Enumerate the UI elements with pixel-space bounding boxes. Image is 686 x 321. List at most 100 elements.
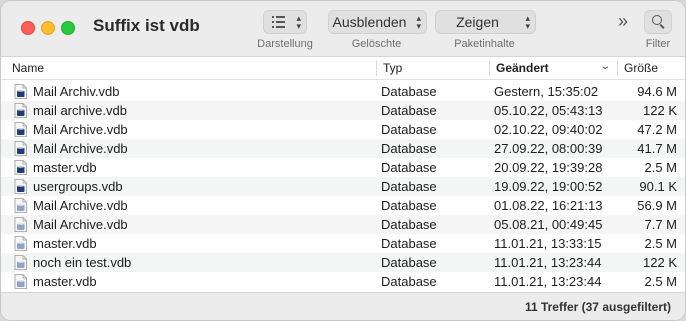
file-size: 122 K bbox=[643, 103, 677, 118]
file-name: Mail Archive.vdb bbox=[33, 217, 128, 232]
file-size: 122 K bbox=[643, 255, 677, 270]
status-bar: 11 Treffer (37 ausgefiltert) bbox=[1, 292, 685, 320]
file-name: Mail Archiv.vdb bbox=[33, 84, 120, 99]
result-count: 11 Treffer (37 ausgefiltert) bbox=[524, 300, 671, 314]
file-size: 7.7 M bbox=[644, 217, 677, 232]
file-row[interactable]: Mail Archiv.vdb Database Gestern, 15:35:02… bbox=[1, 82, 685, 101]
file-row[interactable]: master.vdb Database 11.01.21, 13:33:15 2.5 … bbox=[1, 234, 685, 253]
file-name: noch ein test.vdb bbox=[33, 255, 132, 270]
column-header-name[interactable]: Name bbox=[12, 61, 44, 75]
file-name: Mail Archive.vdb bbox=[33, 122, 128, 137]
database-file-icon bbox=[14, 84, 27, 99]
database-file-icon bbox=[14, 255, 27, 270]
file-type: Database bbox=[381, 179, 437, 194]
file-size: 2.5 M bbox=[644, 236, 677, 251]
package-contents-caption: Paketinhalte bbox=[454, 38, 515, 50]
database-file-icon bbox=[14, 179, 27, 194]
file-modified: 02.10.22, 09:40:02 bbox=[494, 122, 603, 137]
file-type: Database bbox=[381, 141, 437, 156]
database-file-icon bbox=[14, 217, 27, 232]
file-type: Database bbox=[381, 255, 437, 270]
file-list: Mail Archiv.vdb Database Gestern, 15:35:02… bbox=[1, 82, 685, 291]
view-mode-caption: Darstellung bbox=[257, 38, 313, 50]
file-modified: 11.01.21, 13:23:44 bbox=[494, 274, 602, 289]
file-name: Mail Archive.vdb bbox=[33, 141, 128, 156]
file-modified: Gestern, 15:35:02 bbox=[494, 84, 599, 99]
package-contents-value: Zeigen bbox=[456, 14, 499, 30]
database-file-icon bbox=[14, 122, 27, 137]
sort-descending-icon: ⌄ bbox=[599, 61, 612, 72]
file-type: Database bbox=[381, 274, 437, 289]
column-header-size[interactable]: Größe bbox=[624, 61, 658, 75]
minimize-window-button[interactable] bbox=[41, 21, 55, 35]
file-size: 90.1 K bbox=[639, 179, 677, 194]
database-file-icon bbox=[14, 198, 27, 213]
file-type: Database bbox=[381, 198, 437, 213]
deleted-files-value: Ausblenden bbox=[332, 14, 407, 30]
column-header-type[interactable]: Typ bbox=[383, 61, 402, 75]
file-modified: 01.08.22, 16:21:13 bbox=[494, 198, 603, 213]
zoom-window-button[interactable] bbox=[61, 21, 75, 35]
column-divider[interactable] bbox=[376, 60, 377, 76]
file-row[interactable]: Mail Archive.vdb Database 05.08.21, 00:49:… bbox=[1, 215, 685, 234]
file-size: 94.6 M bbox=[637, 84, 677, 99]
file-modified: 05.10.22, 05:43:13 bbox=[494, 103, 603, 118]
file-name: master.vdb bbox=[33, 160, 97, 175]
file-size: 41.7 M bbox=[637, 141, 677, 156]
deleted-files-caption: Gelöschte bbox=[351, 38, 402, 50]
file-name: mail archive.vdb bbox=[33, 103, 127, 118]
column-header: Name Typ Geändert ⌄ Größe bbox=[1, 57, 685, 80]
database-file-icon bbox=[14, 160, 27, 175]
file-type: Database bbox=[381, 236, 437, 251]
database-file-icon bbox=[14, 141, 27, 156]
database-file-icon bbox=[14, 236, 27, 251]
file-size: 2.5 M bbox=[644, 274, 677, 289]
file-modified: 05.08.21, 00:49:45 bbox=[494, 217, 603, 232]
file-modified: 11.01.21, 13:33:15 bbox=[494, 236, 602, 251]
filter-caption: Filter bbox=[645, 38, 671, 50]
view-mode-button[interactable]: ▴ ▾ bbox=[263, 10, 307, 34]
file-name: Mail Archive.vdb bbox=[33, 198, 128, 213]
package-contents-select[interactable]: Zeigen ▴ ▾ bbox=[435, 10, 536, 34]
file-row[interactable]: Mail Archive.vdb Database 01.08.22, 16:21:… bbox=[1, 196, 685, 215]
file-name: usergroups.vdb bbox=[33, 179, 123, 194]
updown-chevron-icon: ▴ ▾ bbox=[525, 13, 530, 31]
updown-chevron-icon: ▴ ▾ bbox=[296, 13, 301, 31]
updown-chevron-icon: ▴ ▾ bbox=[416, 13, 421, 31]
close-window-button[interactable] bbox=[21, 21, 35, 35]
window-title: Suffix ist vdb bbox=[93, 16, 200, 35]
more-toolbar-items-icon[interactable]: » bbox=[618, 12, 628, 30]
file-row[interactable]: noch ein test.vdb Database 11.01.21, 13:23… bbox=[1, 253, 685, 272]
deleted-files-select[interactable]: Ausblenden ▴ ▾ bbox=[328, 10, 427, 34]
file-name: master.vdb bbox=[33, 274, 97, 289]
finder-window: Suffix ist vdb ▴ ▾ Darstellung Ausblenden… bbox=[1, 1, 685, 320]
file-row[interactable]: Mail Archive.vdb Database 27.09.22, 08:00:… bbox=[1, 139, 685, 158]
file-type: Database bbox=[381, 217, 437, 232]
file-type: Database bbox=[381, 122, 437, 137]
file-type: Database bbox=[381, 84, 437, 99]
file-modified: 19.09.22, 19:00:52 bbox=[494, 179, 603, 194]
database-file-icon bbox=[14, 274, 27, 289]
file-row[interactable]: usergroups.vdb Database 19.09.22, 19:00:52… bbox=[1, 177, 685, 196]
column-divider[interactable] bbox=[489, 60, 490, 76]
file-size: 47.2 M bbox=[637, 122, 677, 137]
file-size: 56.9 M bbox=[637, 198, 677, 213]
file-modified: 11.01.21, 13:23:44 bbox=[494, 255, 602, 270]
toolbar: Suffix ist vdb ▴ ▾ Darstellung Ausblenden… bbox=[1, 1, 685, 57]
column-divider[interactable] bbox=[617, 60, 618, 76]
list-view-icon bbox=[272, 16, 285, 28]
file-type: Database bbox=[381, 160, 437, 175]
file-row[interactable]: master.vdb Database 11.01.21, 13:23:44 2.5 … bbox=[1, 272, 685, 291]
filter-button[interactable] bbox=[644, 10, 672, 34]
file-name: master.vdb bbox=[33, 236, 97, 251]
column-header-modified[interactable]: Geändert bbox=[496, 61, 549, 75]
file-size: 2.5 M bbox=[644, 160, 677, 175]
file-type: Database bbox=[381, 103, 437, 118]
magnifier-icon bbox=[652, 15, 662, 25]
file-modified: 27.09.22, 08:00:39 bbox=[494, 141, 603, 156]
file-row[interactable]: master.vdb Database 20.09.22, 19:39:28 2.5 … bbox=[1, 158, 685, 177]
database-file-icon bbox=[14, 103, 27, 118]
file-row[interactable]: mail archive.vdb Database 05.10.22, 05:43:… bbox=[1, 101, 685, 120]
file-modified: 20.09.22, 19:39:28 bbox=[494, 160, 603, 175]
file-row[interactable]: Mail Archive.vdb Database 02.10.22, 09:40:… bbox=[1, 120, 685, 139]
